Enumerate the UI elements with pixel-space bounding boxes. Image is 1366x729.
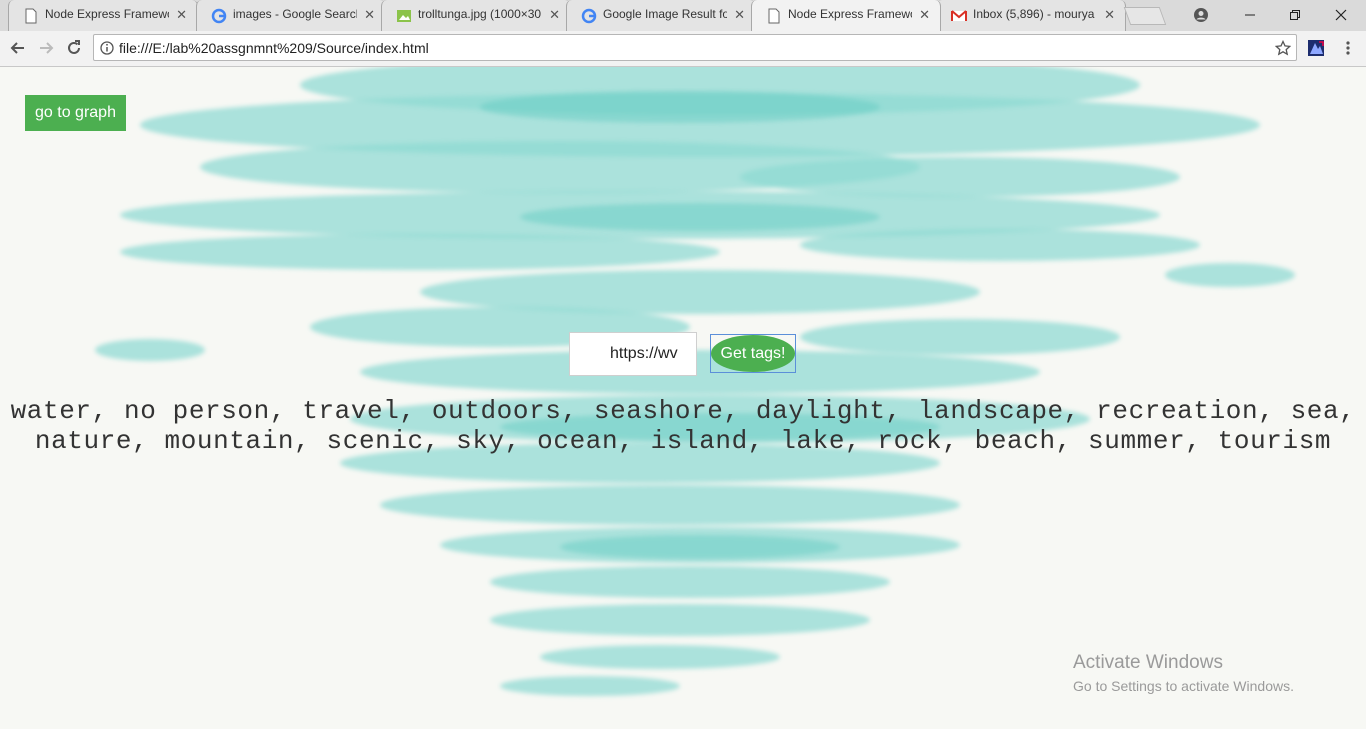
- extension-icon: [1308, 40, 1324, 56]
- back-arrow-icon: [10, 42, 24, 54]
- browser-toolbar: file:///E:/lab%20assgnmnt%209/Source/ind…: [0, 31, 1366, 67]
- tab-title: Google Image Result fo: [603, 7, 727, 21]
- new-tab-button[interactable]: [1123, 7, 1167, 25]
- url-text: file:///E:/lab%20assgnmnt%209/Source/ind…: [119, 40, 429, 56]
- tab-strip: Node Express Framewo ✕ images - Google S…: [0, 0, 1366, 31]
- forward-arrow-icon: [40, 42, 54, 54]
- tags-line-2: nature, mountain, scenic, sky, ocean, is…: [34, 426, 1332, 456]
- star-icon[interactable]: [1275, 40, 1291, 56]
- menu-button[interactable]: [1338, 38, 1358, 58]
- document-icon: [768, 8, 780, 24]
- back-button[interactable]: [8, 38, 28, 58]
- extension-button[interactable]: [1306, 38, 1326, 58]
- kebab-menu-icon: [1346, 41, 1350, 55]
- tab-2[interactable]: images - Google Search ✕: [196, 0, 386, 31]
- activate-windows-watermark: Activate Windows Go to Settings to activ…: [1073, 652, 1294, 694]
- tags-line-1: water, no person, travel, outdoors, seas…: [10, 396, 1356, 426]
- close-icon: [1335, 9, 1347, 21]
- google-icon: [211, 8, 227, 24]
- tab-1[interactable]: Node Express Framewo ✕: [8, 0, 198, 31]
- watermark-subtitle: Go to Settings to activate Windows.: [1073, 678, 1294, 694]
- tags-result: water, no person, travel, outdoors, seas…: [0, 396, 1366, 456]
- go-to-graph-button[interactable]: go to graph: [25, 95, 126, 131]
- profile-button[interactable]: [1178, 0, 1224, 30]
- tab-5-active[interactable]: Node Express Framewo ✕: [751, 0, 941, 31]
- minimize-icon: [1245, 14, 1255, 16]
- close-icon[interactable]: ✕: [1104, 7, 1115, 23]
- gmail-icon: [951, 10, 967, 21]
- tab-3[interactable]: trolltunga.jpg (1000×30 ✕: [381, 0, 571, 31]
- minimize-button[interactable]: [1227, 0, 1273, 30]
- tab-title: Node Express Framewo: [788, 7, 912, 21]
- close-icon[interactable]: ✕: [549, 7, 560, 23]
- page-content: go to graph https://wv Get tags! water, …: [0, 67, 1366, 729]
- get-tags-button[interactable]: Get tags!: [711, 335, 795, 372]
- image-icon: [397, 10, 411, 22]
- tab-4[interactable]: Google Image Result fo ✕: [566, 0, 756, 31]
- tab-title: Inbox (5,896) - mourya: [973, 7, 1095, 21]
- image-url-input[interactable]: https://wv: [569, 332, 697, 376]
- restore-icon: [1290, 10, 1300, 20]
- restore-button[interactable]: [1272, 0, 1318, 30]
- reload-button[interactable]: [64, 38, 84, 58]
- forward-button[interactable]: [36, 38, 56, 58]
- close-icon[interactable]: ✕: [176, 7, 187, 23]
- close-icon[interactable]: ✕: [364, 7, 375, 23]
- tab-6[interactable]: Inbox (5,896) - mourya ✕: [936, 0, 1126, 31]
- tab-title: images - Google Search: [233, 7, 357, 21]
- close-window-button[interactable]: [1318, 0, 1364, 30]
- close-icon[interactable]: ✕: [734, 7, 745, 23]
- profile-icon: [1194, 8, 1208, 22]
- address-bar[interactable]: file:///E:/lab%20assgnmnt%209/Source/ind…: [93, 34, 1297, 61]
- tab-title: Node Express Framewo: [45, 7, 169, 21]
- document-icon: [25, 8, 37, 24]
- google-icon: [581, 8, 597, 24]
- reload-icon: [68, 40, 80, 54]
- watermark-title: Activate Windows: [1073, 652, 1223, 673]
- tab-title: trolltunga.jpg (1000×30: [418, 7, 542, 21]
- close-icon[interactable]: ✕: [919, 7, 930, 23]
- info-icon: [100, 41, 114, 55]
